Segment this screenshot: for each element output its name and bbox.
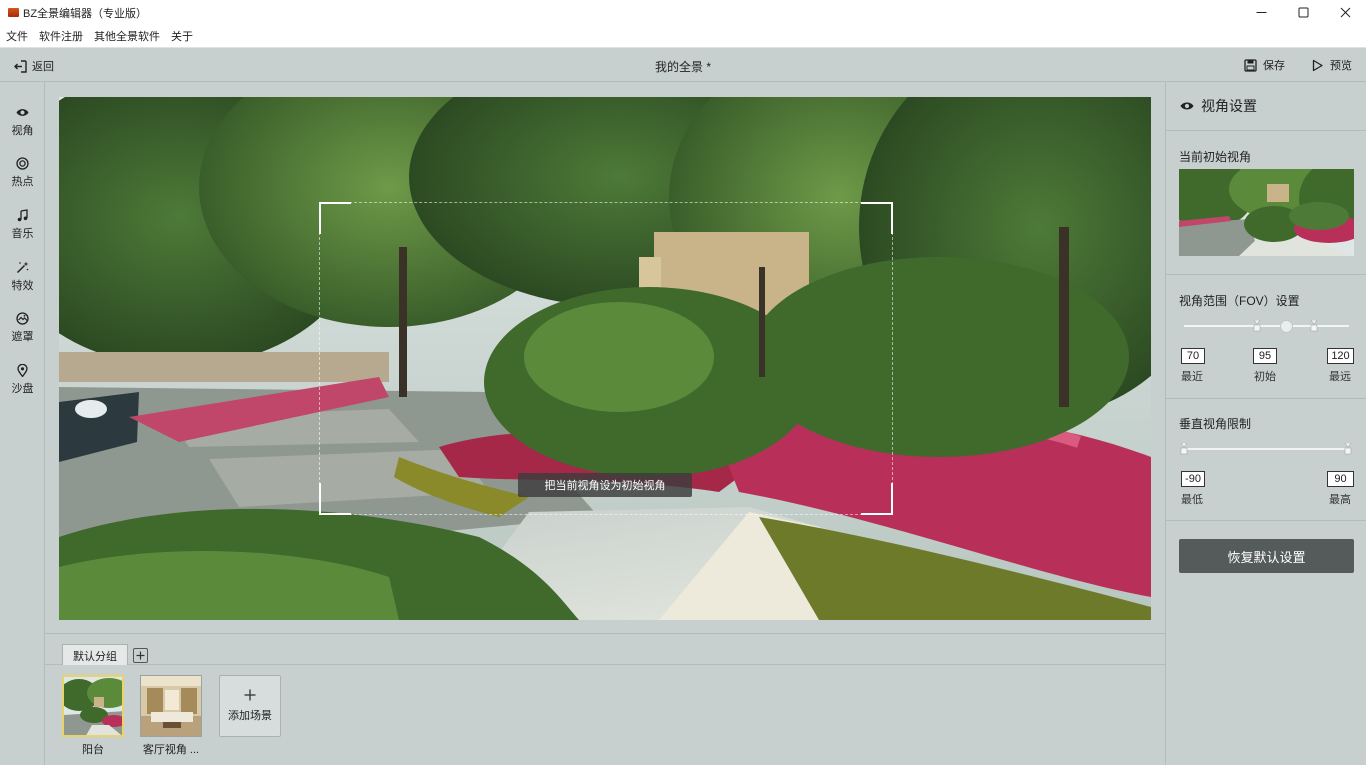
- scene-thumbnail: [62, 675, 124, 737]
- target-icon: [16, 157, 29, 170]
- vertical-max-input[interactable]: 90: [1327, 471, 1354, 487]
- preview-button[interactable]: 预览: [1311, 57, 1352, 73]
- save-icon: [1244, 58, 1257, 72]
- set-initial-view-button[interactable]: 把当前视角设为初始视角: [518, 473, 692, 497]
- sidebar-item-label: 特效: [11, 280, 34, 292]
- frame-corner: [319, 483, 351, 515]
- view-frame: [319, 202, 893, 515]
- close-icon: [1340, 7, 1350, 18]
- menu-file[interactable]: 文件: [6, 28, 28, 44]
- vertical-min-label: 最低: [1181, 494, 1203, 506]
- scene-label: 客厅视角 ...: [142, 744, 200, 756]
- sidebar-item-sandbox[interactable]: 沙盘: [0, 364, 45, 408]
- preview-label: 预览: [1330, 60, 1352, 72]
- fov-max-input[interactable]: 120: [1327, 348, 1354, 364]
- save-label: 保存: [1263, 60, 1285, 72]
- divider: [1166, 520, 1366, 521]
- save-button[interactable]: 保存: [1244, 57, 1285, 73]
- page-title: 我的全景 *: [654, 60, 711, 74]
- menu-about[interactable]: 关于: [171, 28, 193, 44]
- mask-icon: [16, 312, 29, 325]
- fov-min-label: 最近: [1181, 371, 1203, 383]
- window-title: BZ全景编辑器（专业版）: [23, 7, 148, 20]
- vertical-limit-title: 垂直视角限制: [1179, 417, 1252, 431]
- sidebar-item-view[interactable]: 视角: [0, 106, 45, 150]
- fov-title: 视角范围（FOV）设置: [1179, 294, 1300, 308]
- current-view-title: 当前初始视角: [1179, 150, 1252, 164]
- sidebar-item-label: 热点: [11, 176, 34, 188]
- minimize-icon: [1256, 12, 1266, 13]
- map-pin-icon: [17, 364, 28, 377]
- maximize-button[interactable]: [1282, 0, 1324, 25]
- scene-thumbnail: [140, 675, 202, 737]
- panel-header: 视角设置: [1166, 82, 1366, 131]
- scene-card[interactable]: 阳台: [62, 675, 124, 757]
- eye-icon: [16, 109, 29, 116]
- tab-default-group[interactable]: 默认分组: [62, 644, 128, 666]
- vertical-max-label: 最高: [1329, 494, 1351, 506]
- fov-slider-track[interactable]: [1184, 325, 1349, 327]
- sidebar-item-label: 遮罩: [11, 331, 34, 343]
- scene-label: 阳台: [82, 744, 104, 756]
- sidebar-item-effects[interactable]: 特效: [0, 261, 45, 305]
- close-button[interactable]: [1324, 0, 1366, 25]
- sidebar-item-hotspot[interactable]: 热点: [0, 157, 45, 201]
- fov-min-input[interactable]: 70: [1181, 348, 1205, 364]
- fov-max-label: 最远: [1329, 371, 1351, 383]
- fov-initial-input[interactable]: 95: [1253, 348, 1277, 364]
- reset-defaults-button[interactable]: 恢复默认设置: [1179, 539, 1354, 573]
- fov-min-marker[interactable]: [1253, 320, 1261, 332]
- fov-initial-thumb[interactable]: [1280, 320, 1293, 333]
- menu-register[interactable]: 软件注册: [39, 28, 83, 44]
- fov-max-marker[interactable]: [1310, 320, 1318, 332]
- frame-corner: [319, 202, 351, 234]
- frame-corner: [861, 483, 893, 515]
- music-icon: [17, 209, 28, 222]
- maximize-icon: [1298, 7, 1308, 18]
- add-group-button[interactable]: [133, 648, 148, 663]
- panorama-viewer[interactable]: 把当前视角设为初始视角: [59, 97, 1151, 620]
- vertical-slider-track[interactable]: [1184, 448, 1349, 450]
- scene-group-bar: 默认分组: [45, 633, 1165, 666]
- sidebar-item-label: 音乐: [11, 228, 34, 240]
- vertical-min-marker[interactable]: [1180, 443, 1188, 455]
- scene-strip: 阳台 客厅视角 ... 添加场景: [45, 665, 1165, 765]
- fov-initial-label: 初始: [1254, 371, 1276, 383]
- menu-bar: 文件 软件注册 其他全景软件 关于: [0, 25, 1366, 48]
- add-scene-label: 添加场景: [228, 710, 272, 722]
- current-view-thumbnail: [1179, 169, 1354, 256]
- sidebar-item-label: 沙盘: [11, 383, 34, 395]
- plus-icon: [244, 689, 256, 701]
- frame-corner: [861, 202, 893, 234]
- vertical-min-input[interactable]: -90: [1181, 471, 1205, 487]
- sidebar-item-mask[interactable]: 遮罩: [0, 312, 45, 356]
- minimize-button[interactable]: [1240, 0, 1282, 25]
- app-logo-icon: [8, 8, 19, 17]
- left-sidebar: 视角 热点 音乐 特效 遮罩 沙盘: [0, 82, 45, 765]
- divider: [1166, 398, 1366, 399]
- add-scene-button[interactable]: 添加场景: [219, 675, 281, 737]
- plus-icon: [136, 651, 145, 660]
- panel-title: 视角设置: [1201, 98, 1257, 114]
- magic-wand-icon: [16, 261, 29, 274]
- title-bar: BZ全景编辑器（专业版）: [0, 0, 1366, 25]
- vertical-max-marker[interactable]: [1344, 443, 1352, 455]
- play-icon: [1312, 59, 1323, 71]
- eye-icon: [1180, 102, 1194, 110]
- toolbar: 返回 我的全景 * 保存 预览: [0, 49, 1366, 82]
- menu-other-software[interactable]: 其他全景软件: [94, 28, 160, 44]
- view-settings-panel: 视角设置 当前初始视角 视角范围（FOV）设置 70 95 120 最近 初始 …: [1165, 82, 1366, 765]
- scene-card[interactable]: 客厅视角 ...: [140, 675, 202, 757]
- sidebar-item-label: 视角: [11, 125, 34, 137]
- divider: [1166, 274, 1366, 275]
- sidebar-item-music[interactable]: 音乐: [0, 209, 45, 253]
